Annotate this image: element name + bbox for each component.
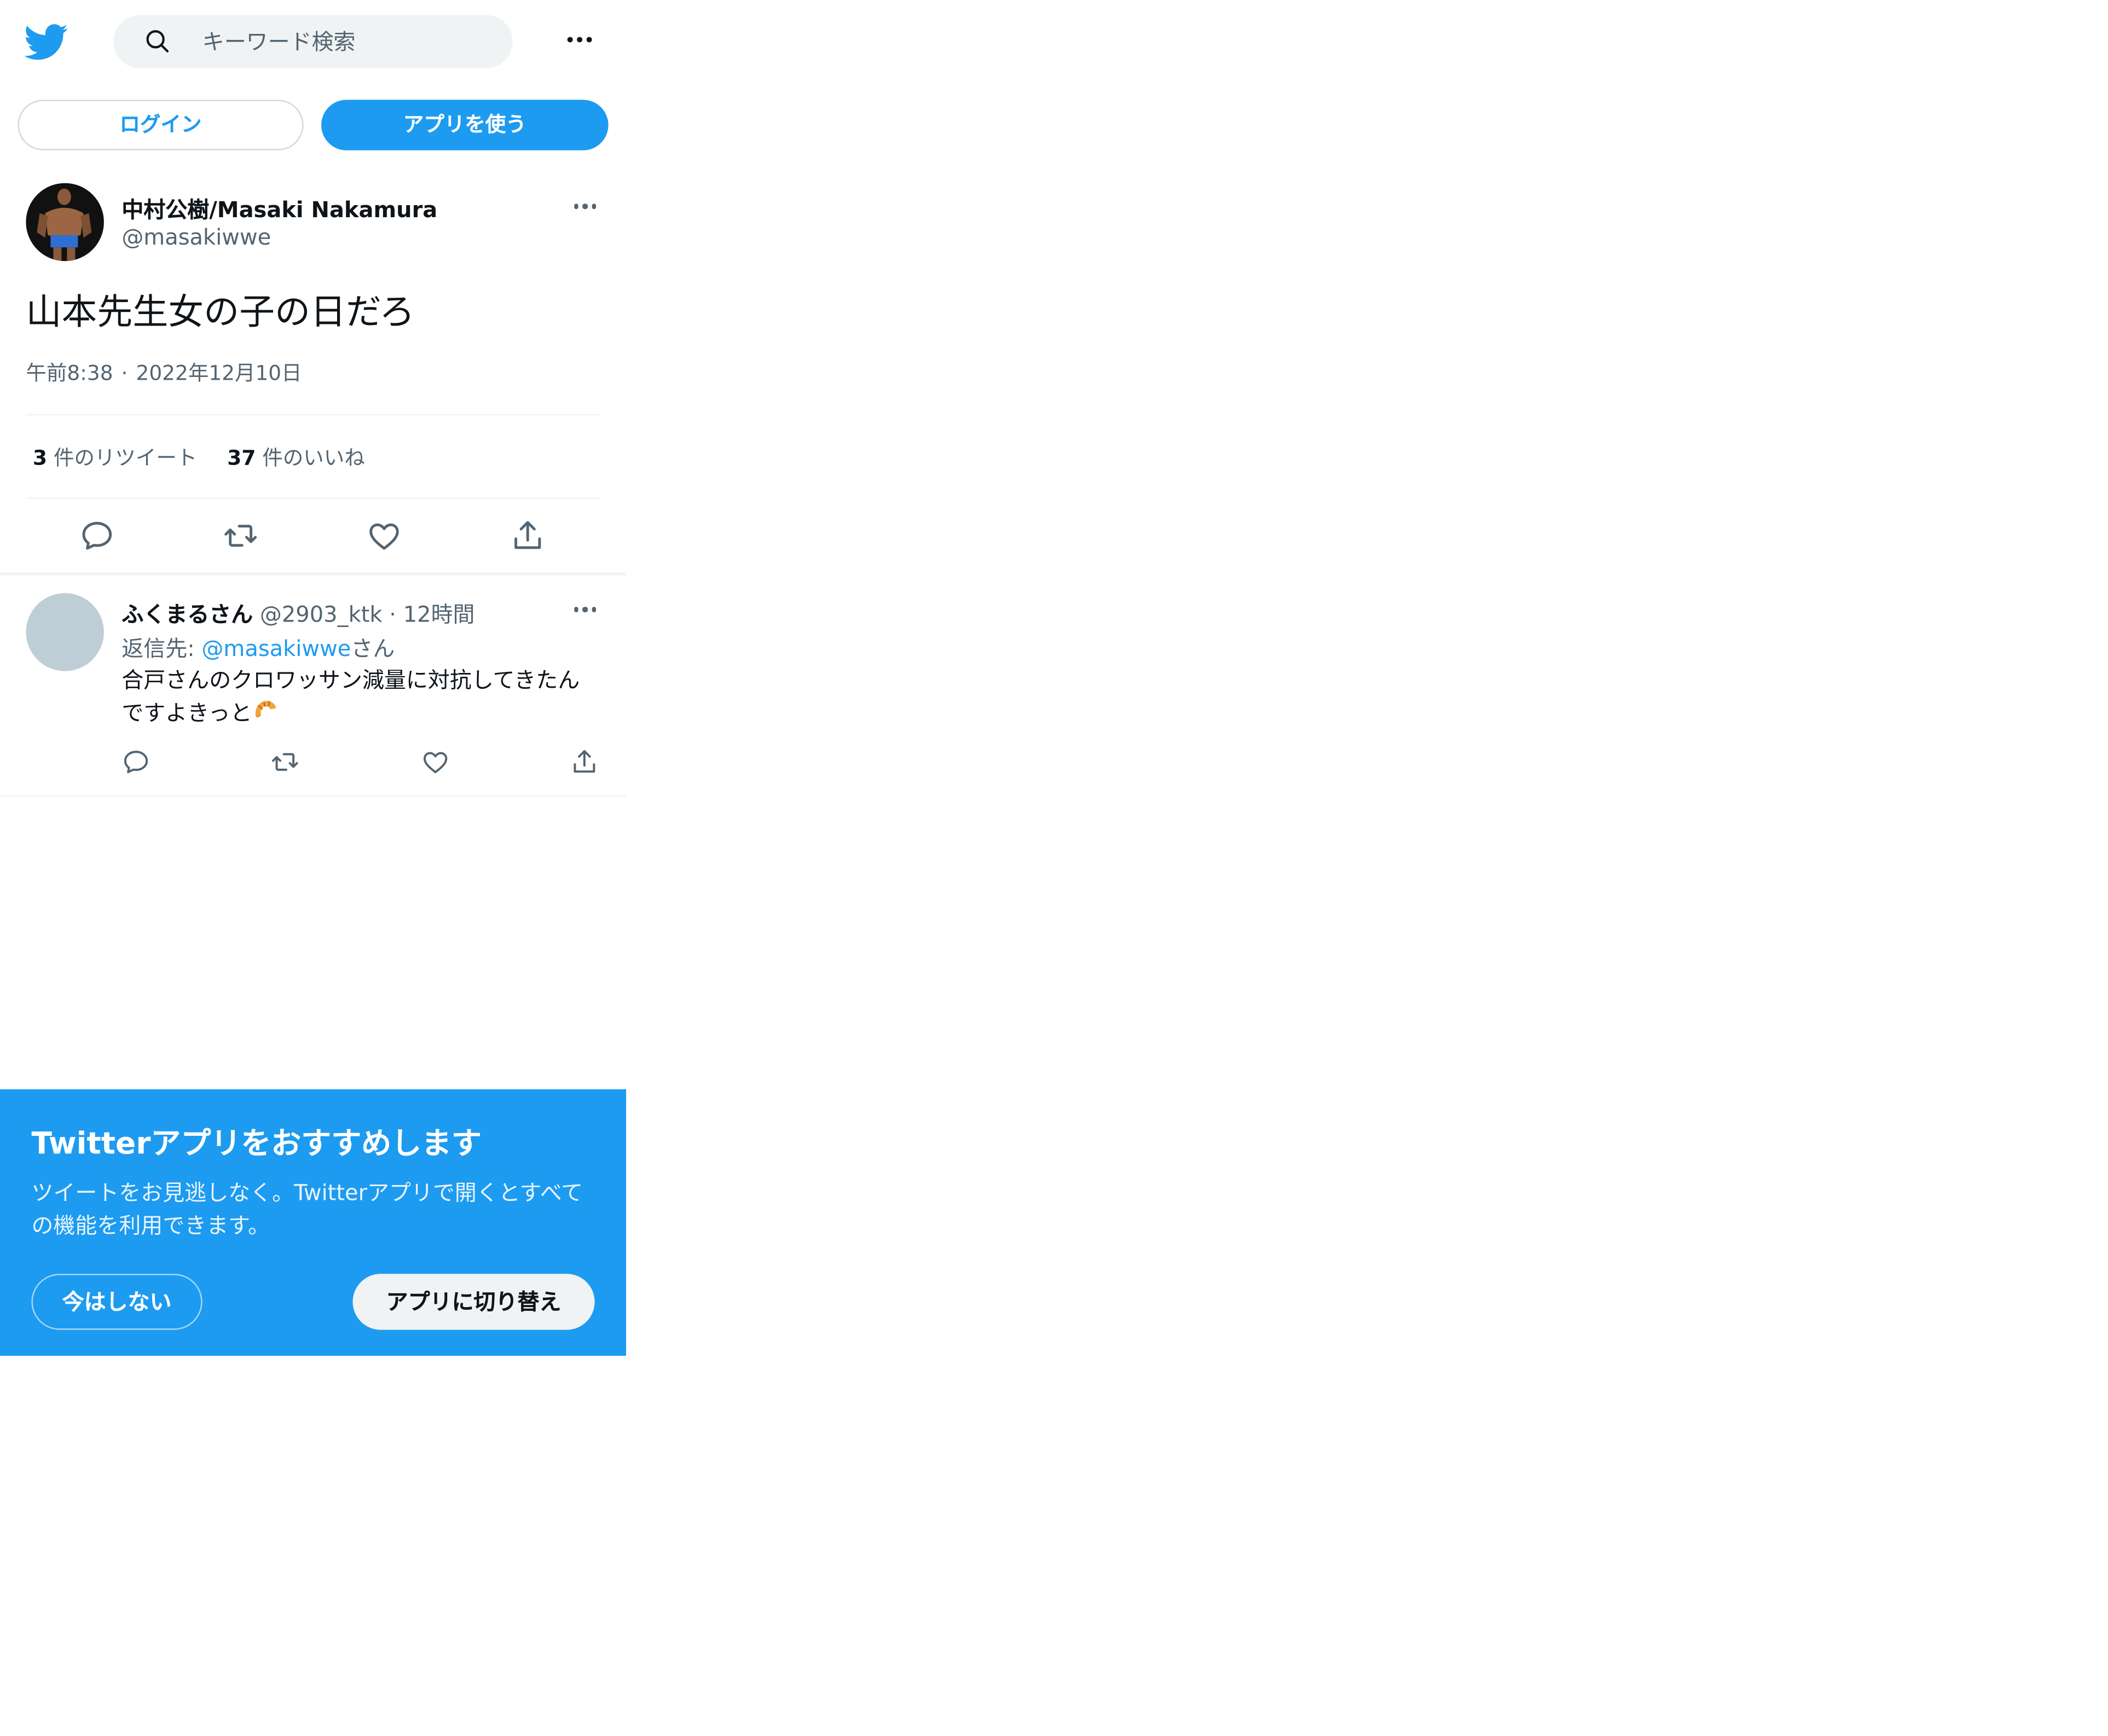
search-input[interactable]: キーワード検索 [113,15,513,68]
divider [0,795,627,797]
twitter-bird-icon[interactable] [24,19,68,63]
author-handle[interactable]: @masakiwwe [121,224,271,250]
not-now-button[interactable]: 今はしない [31,1274,202,1330]
reply-header: ふくまるさん @2903_ktk · 12時間 [121,596,474,629]
tweet-stats: 3 件のリツイート 37 件のいいね [33,443,365,471]
share-icon[interactable] [570,747,599,776]
reply-text: 合戸さんのクロワッサン減量に対抗してきたんですよきっと [121,664,600,730]
reply-icon[interactable] [79,518,115,554]
switch-to-app-button[interactable]: アプリに切り替え [352,1274,595,1330]
like-count: 37 [227,445,256,471]
page: キーワード検索 ログイン アプリを使う 中村公樹/Masaki Nakamura… [0,0,2108,1736]
login-button[interactable]: ログイン [18,100,304,150]
tweet-text: 山本先生女の子の日だろ [26,292,415,334]
more-icon[interactable] [559,25,600,55]
share-icon[interactable] [510,518,546,554]
avatar[interactable] [26,593,104,671]
search-placeholder: キーワード検索 [202,28,356,55]
divider [26,414,600,416]
reply-to-mention[interactable]: @masakiwwe [201,636,351,661]
reply-icon[interactable] [121,747,150,776]
search-icon [143,27,171,55]
author-name[interactable]: 中村公樹/Masaki Nakamura [121,191,437,224]
retweet-label: 件のリツイート [53,445,198,471]
more-icon[interactable] [566,193,604,220]
tweet-timestamp[interactable]: 午前8:38 · 2022年12月10日 [26,358,302,387]
reply-to-prefix: 返信先: [121,635,202,662]
avatar[interactable] [26,183,104,262]
tweet-time: 午前8:38 [26,361,113,386]
use-app-button[interactable]: アプリを使う [321,100,609,150]
retweet-count: 3 [32,445,48,471]
reply-to-suffix: さん [351,635,395,662]
retweet-icon[interactable] [223,518,258,554]
retweet-stat[interactable]: 3 件のリツイート [33,445,197,470]
like-icon[interactable] [421,747,449,776]
reply-text-content: 合戸さんのクロワッサン減量に対抗してきたんですよきっと [121,667,580,726]
reply-time[interactable]: 12時間 [403,601,475,627]
more-icon[interactable] [566,596,604,623]
meta-separator: · [382,601,403,628]
croissant-emoji [252,697,280,724]
like-icon[interactable] [366,518,402,554]
banner-body: ツイートをお見逃しなく。Twitterアプリで開くとすべての機能を利用できます。 [31,1179,583,1239]
retweet-icon[interactable] [271,747,299,776]
like-label: 件のいいね [262,445,365,471]
tweet-date: 2022年12月10日 [136,361,302,386]
app-promo-banner: Twitterアプリをおすすめします ツイートをお見逃しなく。Twitterアプ… [0,1089,627,1356]
reply-to-line: 返信先: @masakiwweさん [121,630,395,663]
reply-author-name[interactable]: ふくまるさん [121,601,253,627]
divider [26,497,600,499]
reply-author-handle[interactable]: @2903_ktk [260,601,383,627]
divider [0,572,627,576]
like-stat[interactable]: 37 件のいいね [227,445,364,470]
banner-title: Twitterアプリをおすすめします [31,1127,482,1162]
meta-separator: · [121,361,128,386]
